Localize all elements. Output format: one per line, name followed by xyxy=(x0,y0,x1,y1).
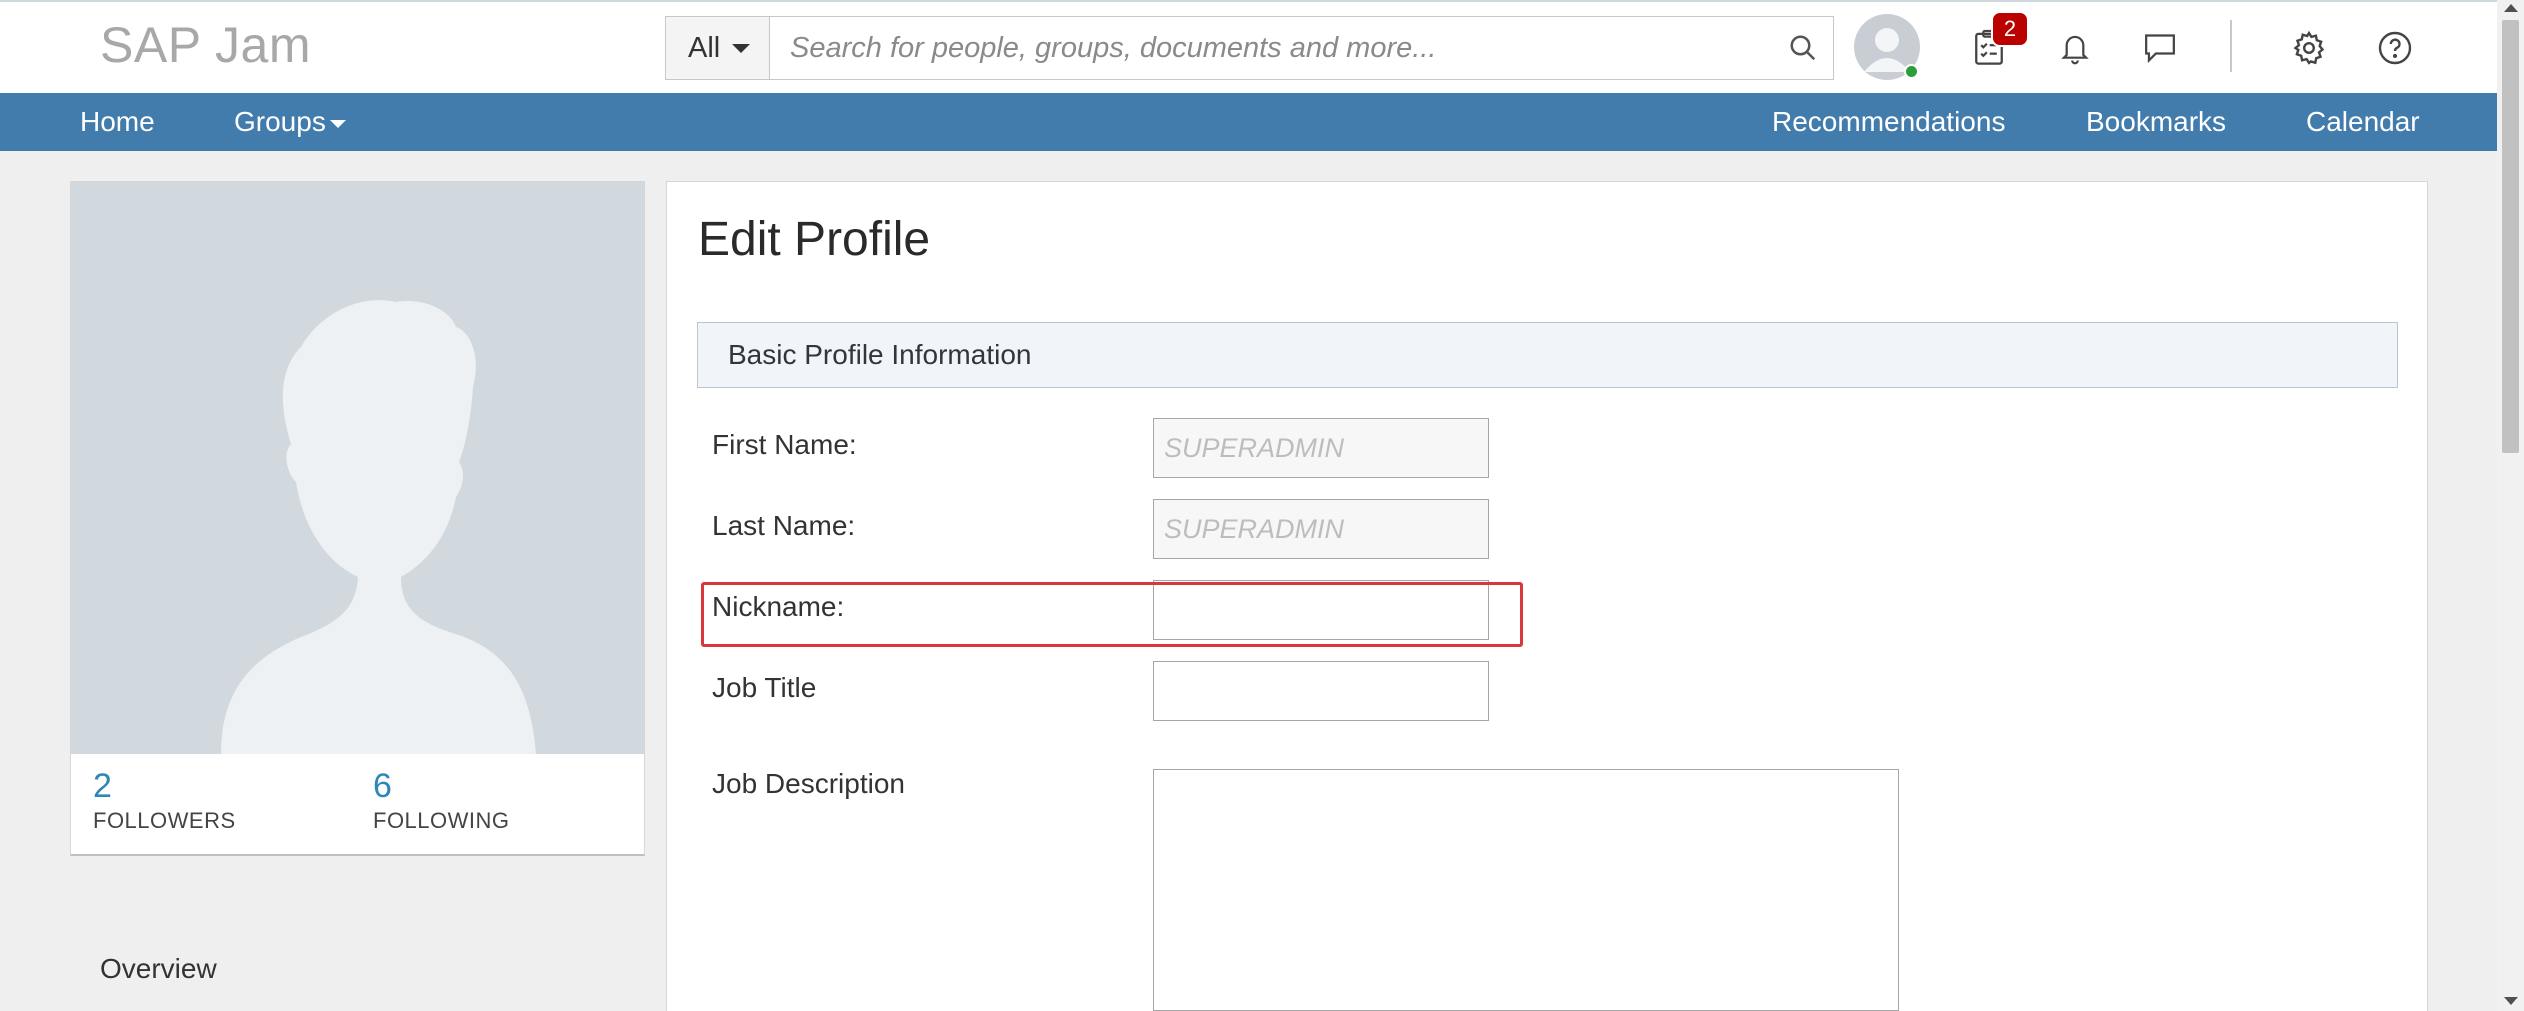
scroll-thumb[interactable] xyxy=(2502,20,2519,453)
top-header: SAP Jam All 2 xyxy=(0,0,2497,93)
last-name-field[interactable] xyxy=(1153,499,1489,559)
nav-recommendations[interactable]: Recommendations xyxy=(1772,93,2005,151)
scroll-down-arrow-icon[interactable] xyxy=(2504,997,2518,1005)
followers-count[interactable]: 2 xyxy=(93,767,236,806)
online-status-dot xyxy=(1904,64,1919,79)
followers-label: FOLLOWERS xyxy=(93,808,236,833)
search-input[interactable] xyxy=(770,17,1773,79)
chevron-down-icon xyxy=(732,43,751,53)
nav-calendar[interactable]: Calendar xyxy=(2306,93,2420,151)
edit-profile-panel: Edit Profile Basic Profile Information F… xyxy=(666,181,2428,1011)
search-icon[interactable] xyxy=(1773,17,1833,79)
nav-groups-label: Groups xyxy=(234,106,326,137)
person-silhouette-icon xyxy=(221,300,536,754)
first-name-field[interactable] xyxy=(1153,418,1489,478)
page-title: Edit Profile xyxy=(698,213,931,266)
nav-groups[interactable]: Groups xyxy=(234,93,346,151)
nav-bookmarks[interactable]: Bookmarks xyxy=(2086,93,2226,151)
overview-link[interactable]: Overview xyxy=(100,953,217,985)
job-description-field[interactable] xyxy=(1153,769,1899,1011)
bell-icon[interactable] xyxy=(2049,22,2101,74)
job-title-field[interactable] xyxy=(1153,661,1489,721)
following-count[interactable]: 6 xyxy=(373,767,510,806)
first-name-label: First Name: xyxy=(712,429,857,460)
following-stat[interactable]: 6 FOLLOWING xyxy=(373,767,510,834)
scroll-up-arrow-icon[interactable] xyxy=(2504,4,2518,12)
search-scope-dropdown[interactable]: All xyxy=(666,17,770,79)
page-scrollbar[interactable] xyxy=(2497,0,2524,1011)
chat-icon[interactable] xyxy=(2134,22,2186,74)
followers-stat[interactable]: 2 FOLLOWERS xyxy=(93,767,236,834)
gear-icon[interactable] xyxy=(2283,22,2335,74)
main-nav: Home Groups Recommendations Bookmarks Ca… xyxy=(0,93,2497,151)
profile-card: 2 FOLLOWERS 6 FOLLOWING xyxy=(70,181,645,856)
help-icon[interactable] xyxy=(2369,22,2421,74)
profile-photo[interactable] xyxy=(71,182,644,754)
caret-down-icon xyxy=(329,119,346,128)
tasks-badge: 2 xyxy=(1991,11,2029,47)
header-divider xyxy=(2230,20,2232,72)
last-name-label: Last Name: xyxy=(712,510,856,541)
nav-home[interactable]: Home xyxy=(80,93,155,151)
following-label: FOLLOWING xyxy=(373,808,510,833)
section-header[interactable]: Basic Profile Information xyxy=(697,322,2398,388)
job-description-label: Job Description xyxy=(712,768,905,799)
job-title-label: Job Title xyxy=(712,672,817,703)
app-logo[interactable]: SAP Jam xyxy=(100,16,311,74)
search-bar: All xyxy=(665,16,1834,80)
nickname-label: Nickname: xyxy=(712,591,845,622)
nickname-field[interactable] xyxy=(1153,580,1489,640)
search-scope-label: All xyxy=(688,31,721,64)
